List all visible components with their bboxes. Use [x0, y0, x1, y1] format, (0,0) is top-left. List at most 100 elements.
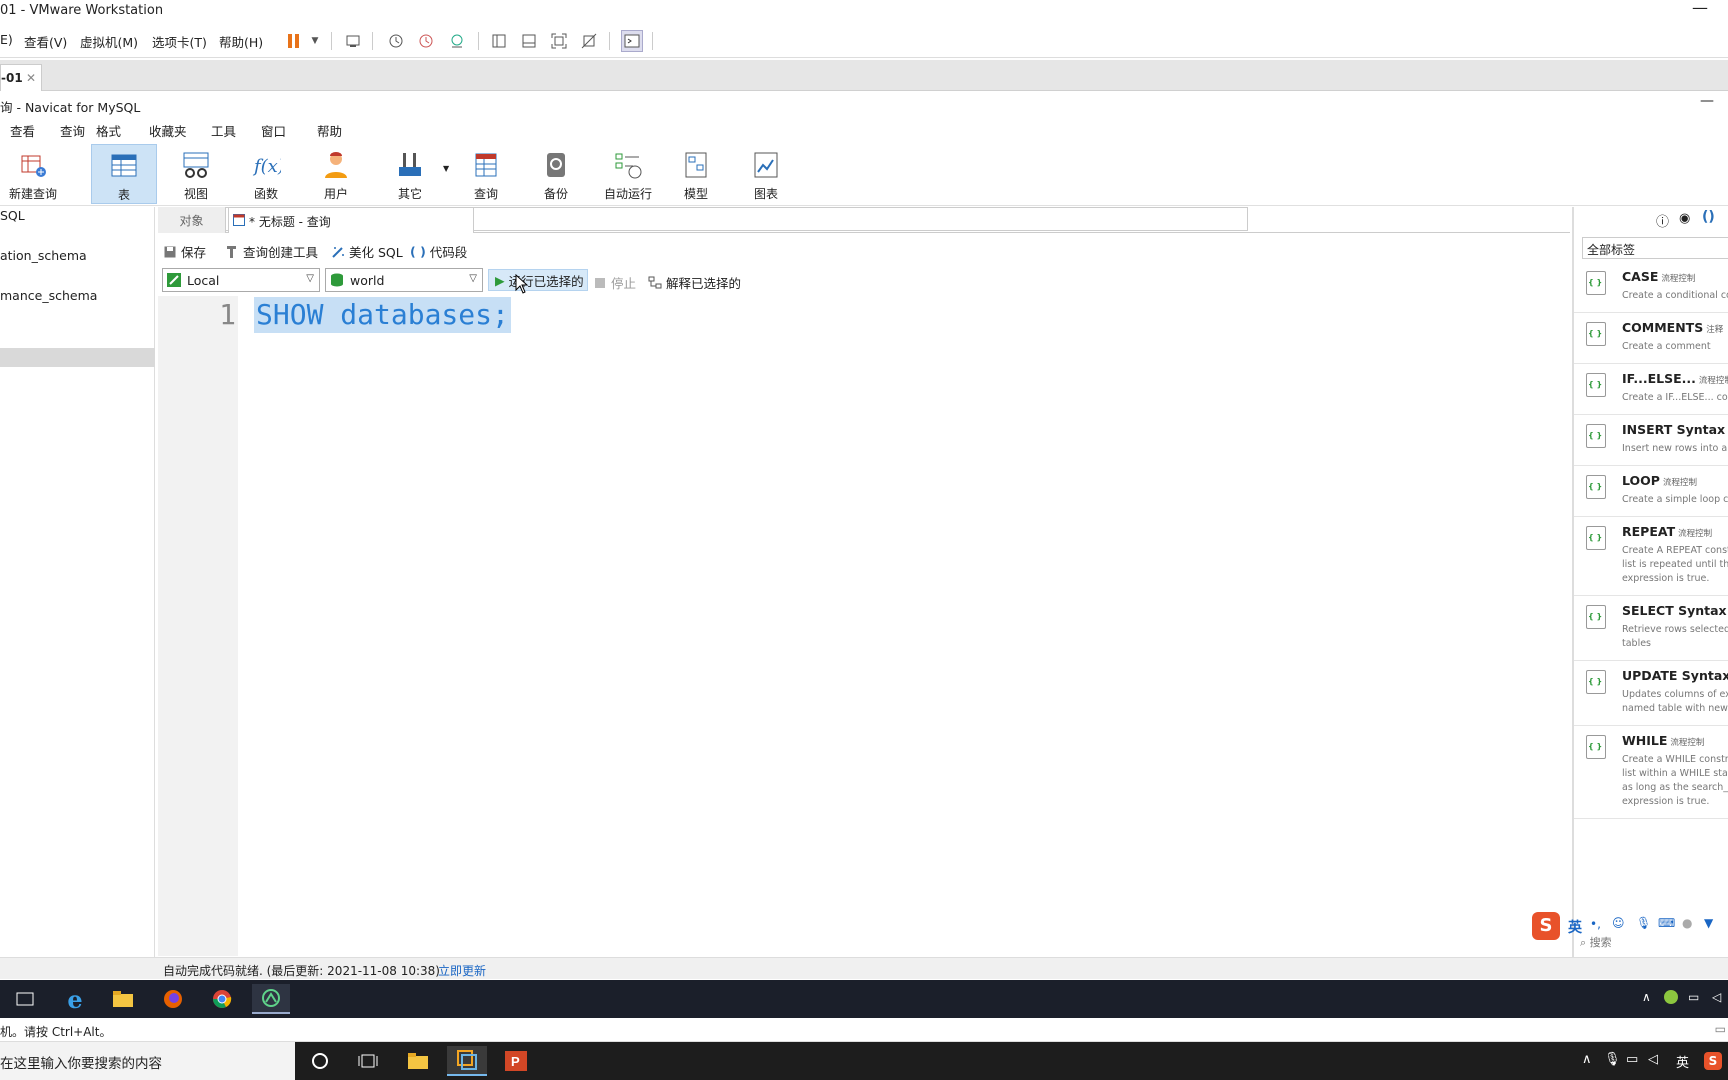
menu-view[interactable]: 查看(V) — [24, 32, 67, 51]
show-library-button[interactable] — [488, 30, 510, 52]
snippet-item[interactable]: SELECT SyntaxDM Retrieve rows selected f… — [1574, 597, 1728, 661]
stop-button[interactable]: 停止 — [595, 273, 636, 292]
menu-view[interactable]: 查看 — [10, 121, 35, 140]
model-button[interactable]: 模型 — [663, 144, 729, 204]
host-search-input[interactable]: 在这里输入你要搜索的内容 — [0, 1042, 295, 1080]
revert-snapshot-button[interactable] — [415, 30, 437, 52]
snapshot-manager-button[interactable] — [446, 30, 468, 52]
emoji-icon[interactable]: ☺ — [1612, 916, 1625, 930]
snippet-item[interactable]: COMMENTS注释 Create a comment — [1574, 314, 1728, 364]
tray-chevron-up-icon[interactable]: ∧ — [1582, 1052, 1592, 1067]
menu-edit[interactable]: E) — [0, 32, 13, 47]
sql-code[interactable]: SHOW databases; — [254, 297, 511, 333]
update-now-link[interactable]: 立即更新 — [438, 962, 486, 979]
thumbnail-bar-button[interactable] — [518, 30, 540, 52]
file-explorer-icon[interactable] — [104, 984, 142, 1014]
braces-icon[interactable]: () — [1702, 209, 1715, 225]
task-view-icon[interactable] — [6, 984, 44, 1014]
eye-icon[interactable]: ◉ — [1679, 211, 1690, 226]
menu-format[interactable]: 格式 — [96, 121, 121, 140]
console-view-button[interactable] — [621, 30, 643, 52]
skin-icon[interactable]: ▼ — [1704, 916, 1713, 930]
punctuation-icon[interactable]: •, — [1590, 917, 1601, 931]
chart-button[interactable]: 图表 — [733, 144, 799, 204]
backup-button[interactable]: 备份 — [523, 144, 589, 204]
menu-vm[interactable]: 虚拟机(M) — [80, 32, 138, 51]
navicat-taskbar-icon[interactable] — [252, 984, 290, 1014]
tree-item-selected[interactable] — [0, 348, 155, 367]
code-snippet-button[interactable]: ( ) 代码段 — [410, 242, 467, 261]
device-status-icon[interactable]: ▭ — [1715, 1022, 1726, 1036]
task-view-icon[interactable] — [348, 1046, 388, 1076]
table-button[interactable]: 表 — [91, 144, 157, 204]
pause-dropdown[interactable]: ▼ — [304, 30, 326, 52]
network-icon[interactable]: ▭ — [1688, 990, 1699, 1004]
function-button[interactable]: f(x) 函数 — [233, 144, 299, 204]
sogou-tray-icon[interactable]: S — [1704, 1052, 1722, 1070]
sogou-logo-icon[interactable]: S — [1532, 912, 1560, 940]
minimize-button[interactable]: — — [1692, 0, 1708, 17]
automation-button[interactable]: 自动运行 — [593, 144, 663, 204]
info-icon[interactable]: ⓘ — [1656, 211, 1669, 230]
menu-query[interactable]: 查询 — [60, 121, 85, 140]
menu-favorites[interactable]: 收藏夹 — [149, 121, 187, 140]
tray-app-icon[interactable] — [1664, 990, 1678, 1004]
file-explorer-icon[interactable] — [398, 1046, 438, 1076]
microphone-icon[interactable]: 🎙︎ — [1604, 1052, 1621, 1067]
tab-objects[interactable]: 对象 — [158, 207, 226, 233]
chrome-icon[interactable] — [203, 984, 241, 1014]
volume-icon[interactable]: ◁ — [1648, 1052, 1658, 1067]
full-screen-button[interactable] — [548, 30, 570, 52]
volume-icon[interactable]: ◁ — [1712, 990, 1721, 1004]
snippet-item[interactable]: WHILE流程控制 Create a WHILE construc list w… — [1574, 727, 1728, 819]
ie-icon[interactable]: e — [56, 984, 94, 1014]
save-button[interactable]: 保存 — [164, 242, 206, 261]
connection-select[interactable]: Local ▽ — [162, 268, 320, 292]
close-icon[interactable]: ✕ — [26, 71, 36, 85]
firefox-icon[interactable] — [154, 984, 192, 1014]
ime-mode[interactable]: 英 — [1568, 917, 1582, 937]
keyboard-icon[interactable]: ⌨ — [1658, 916, 1675, 930]
microphone-icon[interactable]: 🎙︎ — [1636, 916, 1651, 930]
user-button[interactable]: 用户 — [303, 144, 369, 204]
vmware-taskbar-icon[interactable] — [447, 1046, 487, 1076]
unity-button[interactable] — [578, 30, 600, 52]
tree-item[interactable]: ation_schema — [0, 248, 87, 263]
snippet-item[interactable]: LOOP流程控制 Create a simple loop con — [1574, 467, 1728, 517]
tag-filter-select[interactable]: 全部标签 — [1582, 237, 1728, 259]
pause-button[interactable] — [283, 30, 305, 52]
menu-help[interactable]: 帮助 — [317, 121, 342, 140]
navicat-minimize-button[interactable]: — — [1700, 93, 1714, 109]
database-select[interactable]: world ▽ — [325, 268, 483, 292]
explain-selected-button[interactable]: 解释已选择的 — [648, 273, 741, 292]
snippet-item[interactable]: UPDATE SyntaxD Updates columns of exis n… — [1574, 662, 1728, 726]
snippet-item[interactable]: CASE流程控制 Create a conditional con — [1574, 263, 1728, 313]
network-icon[interactable]: ▭ — [1626, 1052, 1638, 1067]
menu-help[interactable]: 帮助(H) — [219, 32, 263, 51]
input-language[interactable]: 英 — [1676, 1052, 1689, 1071]
new-query-button[interactable]: 新建查询 — [0, 144, 66, 204]
tab-vm[interactable]: -01 ✕ — [0, 64, 42, 91]
tray-chevron-up-icon[interactable]: ∧ — [1642, 990, 1651, 1004]
other-button[interactable]: 其它 ▼ — [377, 144, 449, 204]
run-selected-button[interactable]: ▶ 运行已选择的 — [488, 269, 588, 291]
query-button[interactable]: 查询 — [453, 144, 519, 204]
snapshot-button[interactable] — [385, 30, 407, 52]
snippet-item[interactable]: REPEAT流程控制 Create A REPEAT constru list … — [1574, 518, 1728, 596]
send-ctrl-alt-del-button[interactable] — [342, 30, 364, 52]
sql-editor[interactable]: 1 SHOW databases; — [158, 296, 1570, 956]
view-button[interactable]: 视图 — [163, 144, 229, 204]
tree-item[interactable]: mance_schema — [0, 288, 97, 303]
menu-window[interactable]: 窗口 — [261, 121, 286, 140]
query-builder-button[interactable]: 查询创建工具 — [226, 242, 318, 261]
cortana-icon[interactable] — [300, 1046, 340, 1076]
menu-tabs[interactable]: 选项卡(T) — [152, 32, 207, 51]
tab-query[interactable]: * 无标题 - 查询 — [228, 207, 474, 233]
snippet-item[interactable]: INSERT SyntaxDM Insert new rows into an … — [1574, 416, 1728, 466]
powerpoint-icon[interactable]: P — [496, 1046, 536, 1076]
snippet-item[interactable]: IF...ELSE...流程控制 Create a IF...ELSE... c… — [1574, 365, 1728, 415]
beautify-sql-button[interactable]: 美化 SQL — [331, 242, 403, 261]
chevron-down-icon[interactable]: ▼ — [443, 164, 449, 173]
tree-item[interactable]: SQL — [0, 208, 25, 223]
menu-tools[interactable]: 工具 — [211, 121, 236, 140]
